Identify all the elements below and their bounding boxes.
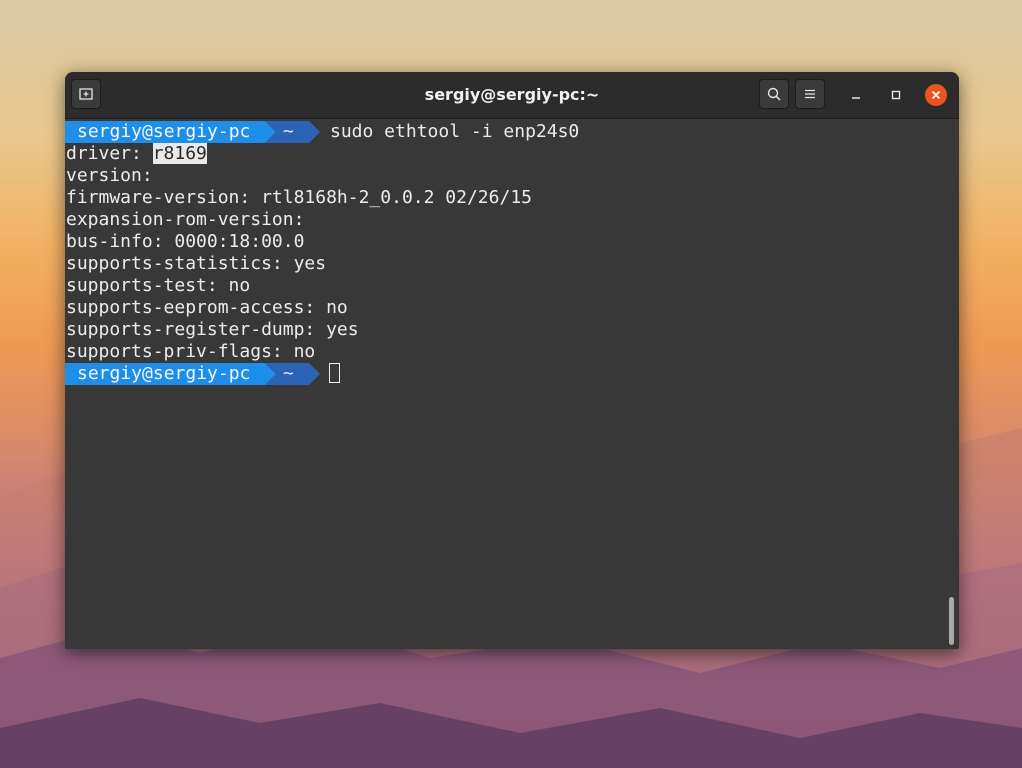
- new-tab-icon: [79, 88, 93, 100]
- output-line: supports-statistics: yes: [66, 253, 327, 274]
- driver-label: driver:: [66, 143, 153, 164]
- minimize-button[interactable]: [845, 84, 867, 106]
- prompt-directory: ~: [283, 363, 294, 384]
- search-button[interactable]: [759, 79, 789, 109]
- output-line: supports-test: no: [66, 275, 251, 296]
- driver-value-selected: r8169: [152, 143, 207, 164]
- maximize-icon: [891, 90, 901, 100]
- terminal-output-area[interactable]: sergiy@sergiy-pc ~ sudo ethtool -i enp24…: [65, 119, 959, 649]
- output-line: firmware-version: rtl8168h-2_0.0.2 02/26…: [66, 187, 532, 208]
- close-button[interactable]: [925, 84, 947, 106]
- shell-prompt: sergiy@sergiy-pc ~: [65, 363, 320, 385]
- prompt-directory: ~: [283, 121, 294, 142]
- terminal-window[interactable]: sergiy@sergiy-pc:~ sergiy@sergiy-pc ~ su…: [65, 72, 959, 649]
- header-bar[interactable]: sergiy@sergiy-pc:~: [65, 72, 959, 119]
- desktop-wallpaper: sergiy@sergiy-pc:~ sergiy@sergiy-pc ~ su…: [0, 0, 1022, 768]
- output-line-driver: driver: r8169: [66, 143, 207, 165]
- output-line: expansion-rom-version:: [66, 209, 305, 230]
- new-tab-button[interactable]: [71, 79, 101, 109]
- output-line: version:: [66, 165, 153, 186]
- search-icon: [767, 87, 781, 101]
- output-line: bus-info: 0000:18:00.0: [66, 231, 305, 252]
- prompt-user-host: sergiy@sergiy-pc: [77, 363, 251, 384]
- shell-prompt: sergiy@sergiy-pc ~: [65, 121, 320, 143]
- menu-button[interactable]: [795, 79, 825, 109]
- hamburger-menu-icon: [805, 89, 815, 99]
- output-line: supports-priv-flags: no: [66, 341, 316, 362]
- close-icon: [931, 90, 941, 100]
- prompt-user-host: sergiy@sergiy-pc: [77, 121, 251, 142]
- output-line: supports-register-dump: yes: [66, 319, 359, 340]
- maximize-button[interactable]: [885, 84, 907, 106]
- minimize-icon: [852, 97, 860, 99]
- output-line: supports-eeprom-access: no: [66, 297, 348, 318]
- scrollbar-thumb[interactable]: [949, 597, 954, 645]
- command-text: sudo ethtool -i enp24s0: [330, 121, 580, 142]
- text-cursor[interactable]: [329, 363, 340, 383]
